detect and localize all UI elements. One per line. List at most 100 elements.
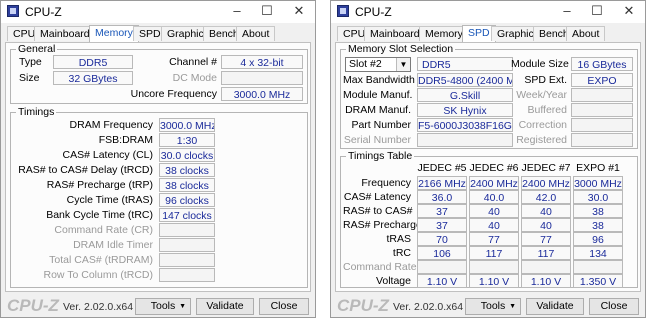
part-number-label: Part Number xyxy=(351,119,411,131)
tools-button[interactable]: Tools ▼ xyxy=(135,298,191,315)
validate-button[interactable]: Validate xyxy=(526,298,584,315)
dcmode-value xyxy=(221,71,303,85)
table-cell: 37 xyxy=(417,204,467,218)
timing-label: Cycle Time (tRAS) xyxy=(66,194,153,206)
close-button[interactable]: Close xyxy=(589,298,639,315)
timing-value: 96 clocks xyxy=(159,193,215,207)
table-cell: 2400 MHz xyxy=(521,176,571,190)
tab-about[interactable]: About xyxy=(566,26,606,41)
table-cell: 1.10 V xyxy=(469,274,519,288)
timings-table-group: Timings Table JEDEC #5 JEDEC #6 JEDEC #7… xyxy=(340,150,638,288)
cpuz-window-spd: CPU-Z – ☐ ✕ CPU Mainboard Memory SPD Gra… xyxy=(330,0,646,318)
channel-label: Channel # xyxy=(169,56,217,68)
tools-label: Tools xyxy=(150,300,176,312)
memory-panel: General Type DDR5 Size 32 GBytes Channel… xyxy=(5,42,311,292)
table-cell: 1.10 V xyxy=(521,274,571,288)
title-bar: CPU-Z – ☐ ✕ xyxy=(1,1,315,23)
validate-button[interactable]: Validate xyxy=(196,298,254,315)
maximize-button[interactable]: ☐ xyxy=(257,3,277,19)
row-label: Frequency xyxy=(361,177,411,189)
cpuz-app-icon xyxy=(7,5,19,17)
cpuz-app-icon xyxy=(337,5,349,17)
table-cell: 40 xyxy=(469,204,519,218)
table-cell xyxy=(469,260,519,274)
row-label: tRC xyxy=(392,247,411,259)
tools-button[interactable]: Tools ▼ xyxy=(465,298,521,315)
slot-selection-group: Memory Slot Selection Slot #2 ▼ DDR5 Mod… xyxy=(340,43,638,149)
max-bandwidth-value: DDR5-4800 (2400 MHz) xyxy=(417,73,513,87)
table-cell xyxy=(521,260,571,274)
dram-manuf-label: DRAM Manuf. xyxy=(345,104,411,116)
row-label: Voltage xyxy=(375,275,411,287)
chevron-down-icon: ▼ xyxy=(396,58,410,71)
module-manuf-value: G.Skill xyxy=(417,88,513,102)
tab-mainboard[interactable]: Mainboard xyxy=(364,26,426,41)
window-title: CPU-Z xyxy=(25,5,62,19)
timings-group: Timings DRAM Frequency 3000.0 MHz FSB:DR… xyxy=(10,106,308,288)
timing-value: 147 clocks xyxy=(159,208,215,222)
timing-value: 1:30 xyxy=(159,133,215,147)
minimize-button[interactable]: – xyxy=(557,3,577,19)
footer: CPU-Z Ver. 2.02.0.x64 Tools ▼ Validate Cl… xyxy=(1,294,315,318)
table-cell: 37 xyxy=(417,218,467,232)
table-cell: 77 xyxy=(521,232,571,246)
size-label: Size xyxy=(19,72,40,84)
registered-value xyxy=(571,133,633,147)
correction-label: Correction xyxy=(518,119,567,131)
minimize-button[interactable]: – xyxy=(227,3,247,19)
close-window-button[interactable]: ✕ xyxy=(619,3,639,19)
timing-value: 38 clocks xyxy=(159,178,215,192)
serial-number-value xyxy=(417,133,513,147)
close-window-button[interactable]: ✕ xyxy=(289,3,309,19)
table-cell: 96 xyxy=(573,232,623,246)
column-header: JEDEC #7 xyxy=(521,162,571,174)
row-label: CAS# Latency xyxy=(343,191,411,203)
timings-table-title: Timings Table xyxy=(346,150,415,162)
timing-label: Total CAS# (tRDRAM) xyxy=(49,254,153,266)
table-cell: 3000 MHz xyxy=(573,176,623,190)
table-cell: 106 xyxy=(417,246,467,260)
tab-about[interactable]: About xyxy=(236,26,276,41)
close-button[interactable]: Close xyxy=(259,298,309,315)
dropdown-arrow-icon: ▼ xyxy=(509,303,516,310)
dcmode-label: DC Mode xyxy=(172,72,217,84)
serial-number-label: Serial Number xyxy=(343,134,411,146)
timing-value: 3000.0 MHz xyxy=(159,118,215,132)
cpuz-logo: CPU-Z xyxy=(7,296,59,315)
module-manuf-label: Module Manuf. xyxy=(343,89,413,101)
table-cell: 38 xyxy=(573,204,623,218)
memory-type-value: DDR5 xyxy=(417,57,513,71)
week-year-label: Week/Year xyxy=(516,89,567,101)
row-label: RAS# Precharge xyxy=(343,219,422,231)
table-cell: 117 xyxy=(521,246,571,260)
timing-label: Row To Column (tRCD) xyxy=(43,269,154,281)
window-title: CPU-Z xyxy=(355,5,392,19)
table-cell: 2400 MHz xyxy=(469,176,519,190)
timing-value: 38 clocks xyxy=(159,163,215,177)
table-cell xyxy=(417,260,467,274)
type-label: Type xyxy=(19,56,42,68)
spd-panel: Memory Slot Selection Slot #2 ▼ DDR5 Mod… xyxy=(335,42,641,292)
table-cell: 134 xyxy=(573,246,623,260)
timing-label: RAS# Precharge (tRP) xyxy=(46,179,153,191)
max-bandwidth-label: Max Bandwidth xyxy=(343,74,415,86)
correction-value xyxy=(571,118,633,132)
buffered-label: Buffered xyxy=(527,104,567,116)
timing-value: 30.0 clocks xyxy=(159,148,215,162)
table-cell: 40 xyxy=(521,218,571,232)
maximize-button[interactable]: ☐ xyxy=(587,3,607,19)
table-cell: 77 xyxy=(469,232,519,246)
general-group: General Type DDR5 Size 32 GBytes Channel… xyxy=(10,43,308,104)
module-size-label: Module Size xyxy=(511,58,569,70)
timing-label: Bank Cycle Time (tRC) xyxy=(46,209,153,221)
table-cell: 36.0 xyxy=(417,190,467,204)
tab-mainboard[interactable]: Mainboard xyxy=(34,26,96,41)
timing-value xyxy=(159,238,215,252)
registered-label: Registered xyxy=(516,134,567,146)
timing-value xyxy=(159,253,215,267)
tab-memory[interactable]: Memory xyxy=(89,25,139,42)
table-cell: 117 xyxy=(469,246,519,260)
cpuz-window-memory: CPU-Z – ☐ ✕ CPU Mainboard Memory SPD Gra… xyxy=(0,0,316,318)
slot-select[interactable]: Slot #2 ▼ xyxy=(345,57,411,72)
uncore-label: Uncore Frequency xyxy=(130,88,217,100)
